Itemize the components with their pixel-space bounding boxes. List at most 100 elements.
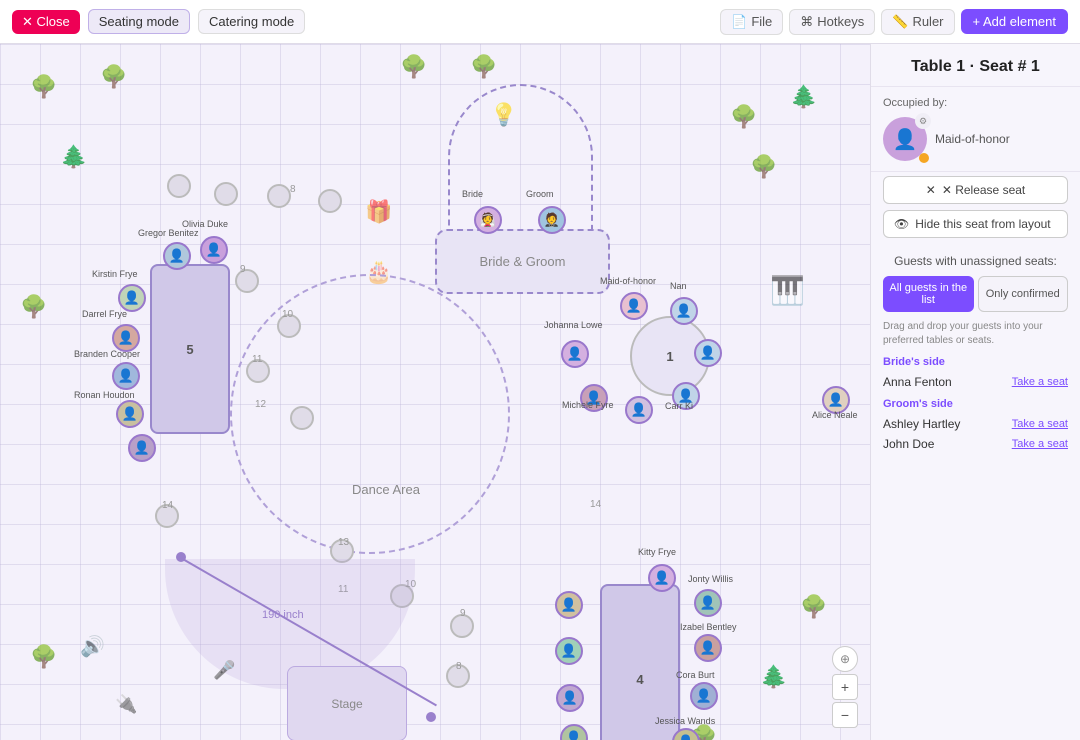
empty-seat[interactable] bbox=[450, 614, 474, 638]
eye-icon: 👁 bbox=[894, 217, 909, 231]
take-seat-anna[interactable]: Take a seat bbox=[1012, 376, 1068, 388]
sidebar: Table 1 · Seat # 1 Occupied by: ⚙ 👤 Maid… bbox=[870, 44, 1080, 740]
plug-icon: 🔌 bbox=[115, 694, 137, 715]
alice-neale-seat[interactable]: 👤 bbox=[822, 386, 850, 414]
empty-seat[interactable] bbox=[267, 184, 291, 208]
seat-t4-1-label: Kitty Frye bbox=[638, 547, 676, 557]
hotkeys-button[interactable]: ⌘ Hotkeys bbox=[789, 9, 875, 35]
seat-t4-8[interactable]: 👤 bbox=[556, 684, 584, 712]
seat-t4-1[interactable]: 👤 bbox=[648, 564, 676, 592]
seat-t5-3-label: Kirstin Frye bbox=[92, 269, 138, 279]
seat-t4-10[interactable]: 👤 bbox=[555, 591, 583, 619]
seat-t4-3[interactable]: 👤 bbox=[694, 634, 722, 662]
ruler-button[interactable]: 📏 Ruler bbox=[881, 9, 954, 35]
tree-decoration: 🌳 bbox=[30, 644, 57, 670]
tree-decoration: 🌳 bbox=[400, 54, 427, 80]
zoom-controls: ⊕ + − bbox=[832, 646, 858, 728]
seat-t1-5[interactable]: 👤 bbox=[625, 396, 653, 424]
seat-t4-4[interactable]: 👤 bbox=[690, 682, 718, 710]
measure-end-dot bbox=[426, 712, 436, 722]
seat-t5-4-label: Darrel Frye bbox=[82, 309, 127, 319]
bride-seat[interactable]: 👰 bbox=[474, 206, 502, 234]
seat-t5-2[interactable]: 👤 bbox=[163, 242, 191, 270]
ruler-icon: 📏 bbox=[892, 14, 908, 30]
tree-decoration: 🌲 bbox=[790, 84, 817, 110]
seat-t5-4[interactable]: 👤 bbox=[112, 324, 140, 352]
seat-t4-9[interactable]: 👤 bbox=[555, 637, 583, 665]
occupied-section: Occupied by: ⚙ 👤 Maid-of-honor bbox=[871, 87, 1080, 172]
zoom-in-button[interactable]: + bbox=[832, 674, 858, 700]
tab-confirmed[interactable]: Only confirmed bbox=[978, 276, 1069, 312]
main-area: 🌳 🌳 🌲 🌳 🌳 🌳 🌲 🌳 🌳 🌳 🌲 🌳 🌳 🌳 🎁 🎂 💡 Bride … bbox=[0, 44, 1080, 740]
tree-decoration: 🌳 bbox=[730, 104, 757, 130]
guest-name-tag: Maid-of-honor bbox=[935, 132, 1010, 146]
empty-seat[interactable] bbox=[235, 269, 259, 293]
piano-icon: 🎹 bbox=[770, 274, 805, 307]
hide-layout-button[interactable]: 👁 Hide this seat from layout bbox=[883, 210, 1068, 238]
seat-t1-4[interactable]: 👤 bbox=[672, 382, 700, 410]
compass-button[interactable]: ⊕ bbox=[832, 646, 858, 672]
table-4[interactable]: 4 bbox=[600, 584, 680, 740]
bride-groom-table[interactable]: Bride & Groom bbox=[435, 229, 610, 294]
speaker-icon: 🔊 bbox=[80, 634, 105, 659]
close-button[interactable]: ✕ Close bbox=[12, 10, 80, 34]
empty-seat[interactable] bbox=[214, 182, 238, 206]
toolbar: ✕ Close Seating mode Catering mode 📄 Fil… bbox=[0, 0, 1080, 44]
empty-seat[interactable] bbox=[246, 359, 270, 383]
tab-all-guests[interactable]: All guests in the list bbox=[883, 276, 974, 312]
add-element-button[interactable]: + Add element bbox=[961, 9, 1068, 34]
canvas[interactable]: 🌳 🌳 🌲 🌳 🌳 🌳 🌲 🌳 🌳 🌳 🌲 🌳 🌳 🌳 🎁 🎂 💡 Bride … bbox=[0, 44, 870, 740]
guests-unassigned-title: Guests with unassigned seats: bbox=[883, 254, 1068, 268]
tab-row: All guests in the list Only confirmed bbox=[883, 276, 1068, 312]
empty-seat[interactable] bbox=[277, 314, 301, 338]
empty-seat[interactable] bbox=[318, 189, 342, 213]
arch-area bbox=[448, 84, 593, 239]
empty-seat[interactable] bbox=[446, 664, 470, 688]
take-seat-ashley[interactable]: Take a seat bbox=[1012, 418, 1068, 430]
guest-row: Ashley Hartley Take a seat bbox=[883, 414, 1068, 434]
sidebar-title: Table 1 · Seat # 1 bbox=[871, 44, 1080, 87]
seat-t4-2[interactable]: 👤 bbox=[694, 589, 722, 617]
seat-t5-1[interactable]: 👤 bbox=[200, 236, 228, 264]
seat-t5-6[interactable]: 👤 bbox=[116, 400, 144, 428]
empty-seat[interactable] bbox=[155, 504, 179, 528]
groom-seat[interactable]: 🤵 bbox=[538, 206, 566, 234]
seat-t1-2-label: Nan bbox=[670, 281, 687, 291]
seat-t1-1[interactable]: 👤 bbox=[620, 292, 648, 320]
seat-t5-7[interactable]: 👤 bbox=[128, 434, 156, 462]
seat-t1-2[interactable]: 👤 bbox=[670, 297, 698, 325]
seat-t4-4-label: Cora Burt bbox=[676, 670, 715, 680]
tree-decoration: 🌳 bbox=[100, 64, 127, 90]
seat-t4-2-label: Jonty Willis bbox=[688, 574, 733, 584]
catering-mode-button[interactable]: Catering mode bbox=[198, 9, 305, 34]
take-seat-john[interactable]: Take a seat bbox=[1012, 438, 1068, 450]
tree-decoration: 🌲 bbox=[760, 664, 787, 690]
seat-t4-7[interactable]: 👤 bbox=[560, 724, 588, 740]
occupied-row: ⚙ 👤 Maid-of-honor bbox=[883, 117, 1068, 161]
guest-row: Anna Fenton Take a seat bbox=[883, 372, 1068, 392]
zoom-out-button[interactable]: − bbox=[832, 702, 858, 728]
file-icon: 📄 bbox=[731, 14, 747, 30]
seat-t1-7[interactable]: 👤 bbox=[561, 340, 589, 368]
guest-row: John Doe Take a seat bbox=[883, 434, 1068, 454]
brides-side-label: Bride's side bbox=[883, 356, 1068, 368]
seat-t1-3[interactable]: 👤 bbox=[694, 339, 722, 367]
table-5[interactable]: 5 bbox=[150, 264, 230, 434]
empty-seat[interactable] bbox=[290, 406, 314, 430]
release-icon: ✕ bbox=[926, 183, 936, 197]
drag-hint: Drag and drop your guests into your pref… bbox=[883, 320, 1068, 348]
seating-mode-button[interactable]: Seating mode bbox=[88, 9, 190, 34]
release-seat-button[interactable]: ✕ ✕ Release seat bbox=[883, 176, 1068, 204]
file-button[interactable]: 📄 File bbox=[720, 9, 783, 35]
seat-t5-3[interactable]: 👤 bbox=[118, 284, 146, 312]
tree-decoration: 🌲 bbox=[60, 144, 87, 170]
tree-decoration: 🌳 bbox=[750, 154, 777, 180]
seat-t1-6[interactable]: 👤 bbox=[580, 384, 608, 412]
gear-icon[interactable]: ⚙ bbox=[915, 113, 931, 129]
status-dot bbox=[919, 153, 929, 163]
guest-john-doe: John Doe bbox=[883, 437, 934, 451]
empty-seat[interactable] bbox=[167, 174, 191, 198]
seat-t5-5[interactable]: 👤 bbox=[112, 362, 140, 390]
seat-number: 14 bbox=[590, 499, 601, 510]
dance-area-circle bbox=[230, 274, 510, 554]
